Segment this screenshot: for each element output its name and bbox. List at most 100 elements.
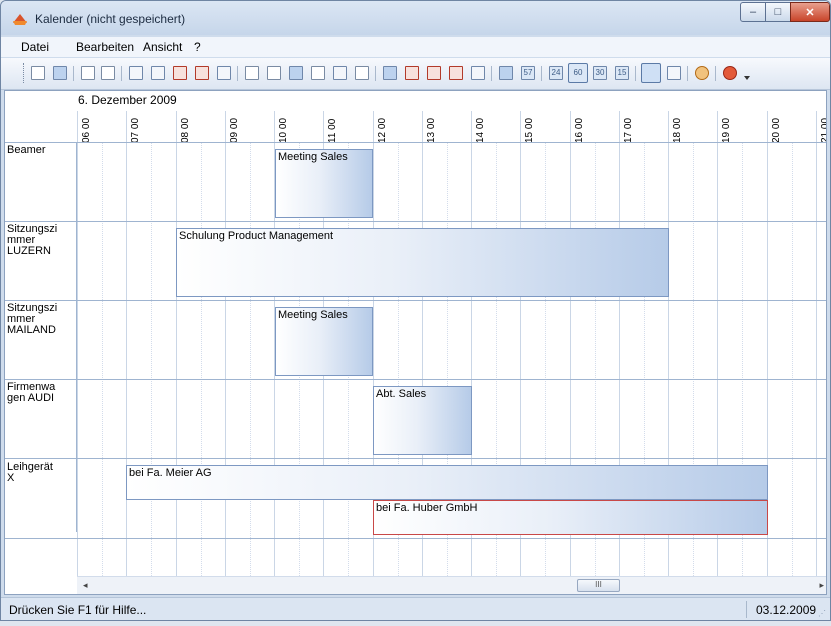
export-icon[interactable] (311, 66, 325, 80)
toolbar-separator (491, 66, 492, 81)
insert-column-icon[interactable] (151, 66, 165, 80)
delete-column-icon[interactable] (195, 66, 209, 80)
hour-label: 13 00 (426, 117, 437, 143)
menu-help[interactable]: ? (194, 40, 201, 54)
menu-bearbeiten[interactable]: Bearbeiten (76, 40, 134, 54)
row-divider (5, 458, 826, 459)
maximize-button[interactable]: □ (765, 2, 791, 22)
resource-label-leihgeraet: Leihgerät X (7, 461, 53, 484)
table-icon[interactable] (499, 66, 513, 80)
hour-label: 09 00 (229, 117, 240, 143)
menu-datei[interactable]: Datei (21, 40, 49, 54)
header-tick (176, 111, 177, 142)
schedule-icon[interactable] (471, 66, 485, 80)
toolbar-separator (715, 66, 716, 81)
status-separator (746, 601, 747, 618)
header-tick (373, 111, 374, 142)
zoom-30-icon[interactable]: 30 (593, 66, 607, 80)
header-tick (126, 111, 127, 142)
hour-label: 11 00 (327, 118, 338, 143)
header-tick (471, 111, 472, 142)
title-bar[interactable]: Kalender (nicht gespeichert) – □ ✕ (1, 1, 830, 35)
hour-label: 16 00 (574, 117, 585, 143)
toolbar-separator (375, 66, 376, 81)
appointment-fa-meier[interactable]: bei Fa. Meier AG (126, 465, 768, 500)
header-tick (274, 111, 275, 142)
hour-label: 14 00 (475, 117, 486, 143)
appointment-fa-huber[interactable]: bei Fa. Huber GmbH (373, 500, 768, 535)
header-tick (570, 111, 571, 142)
week-view-icon[interactable] (405, 66, 419, 80)
header-tick (77, 111, 78, 142)
zoom-24-icon[interactable]: 24 (549, 66, 563, 80)
minimize-button[interactable]: – (740, 2, 766, 22)
print-preview-icon[interactable] (81, 66, 95, 80)
row-divider (5, 300, 826, 301)
appointment-meeting-sales-mailand[interactable]: Meeting Sales (275, 307, 373, 376)
status-bar: Drücken Sie F1 für Hilfe... 03.12.2009 ⋰ (1, 597, 830, 620)
day-view-icon[interactable] (383, 66, 397, 80)
zoom-60-icon[interactable]: 60 (568, 63, 588, 83)
half-hour-gridline (792, 142, 793, 576)
help-icon[interactable] (695, 66, 709, 80)
header-tick (668, 111, 669, 142)
toolbar-separator (73, 66, 74, 81)
insert-row-icon[interactable] (129, 66, 143, 80)
window-icon[interactable] (355, 66, 369, 80)
resource-label-luzern: Sitzungszi mmer LUZERN (7, 223, 58, 257)
new-appointment-icon[interactable] (245, 66, 259, 80)
close-red-icon[interactable] (723, 66, 737, 80)
toolbar-separator (687, 66, 688, 81)
resize-grip[interactable]: ⋰ (818, 609, 828, 619)
month-view-icon[interactable] (427, 66, 441, 80)
toolbar-separator (635, 66, 636, 81)
copy-icon[interactable] (217, 66, 231, 80)
print-icon[interactable] (101, 66, 115, 80)
menu-ansicht[interactable]: Ansicht (143, 40, 182, 54)
header-tick (816, 111, 817, 142)
horizontal-scrollbar[interactable]: ◂ III ▸ (77, 576, 826, 594)
hour-label: 06 00 (81, 117, 92, 143)
open-folder-icon[interactable] (31, 66, 45, 80)
appointment-schulung-product-management[interactable]: Schulung Product Management (176, 228, 669, 297)
dropdown-arrow-icon[interactable] (743, 74, 751, 82)
date-icon[interactable]: 57 (521, 66, 535, 80)
grid-icon[interactable] (333, 66, 347, 80)
hour-label: 17 00 (623, 117, 634, 143)
vertical-view-icon[interactable] (641, 63, 661, 83)
header-tick (619, 111, 620, 142)
save-icon[interactable] (53, 66, 67, 80)
half-hour-gridline (102, 142, 103, 576)
menu-bar: Datei Bearbeiten Ansicht ? (1, 37, 830, 57)
hour-gridline (176, 142, 177, 576)
scroll-right-arrow[interactable]: ▸ (819, 580, 824, 591)
hour-gridline (77, 142, 78, 576)
scroll-left-arrow[interactable]: ◂ (83, 580, 88, 591)
toolbar-grip[interactable] (23, 63, 26, 83)
toolbar: 57 24 60 30 15 (1, 58, 830, 90)
hour-label: 18 00 (672, 117, 683, 143)
header-tick (323, 111, 324, 142)
delete-row-icon[interactable] (173, 66, 187, 80)
hour-gridline (816, 142, 817, 576)
zoom-15-icon[interactable]: 15 (615, 66, 629, 80)
appointment-abt-sales[interactable]: Abt. Sales (373, 386, 472, 455)
half-hour-gridline (151, 142, 152, 576)
hour-label: 19 00 (721, 117, 732, 143)
hour-label: 21 00 (820, 117, 827, 143)
calendar-icon[interactable] (289, 66, 303, 80)
window-title: Kalender (nicht gespeichert) (35, 12, 186, 26)
resource-label-beamer: Beamer (7, 144, 46, 156)
calendar-app-icon (13, 14, 27, 25)
header-tick (225, 111, 226, 142)
new-task-icon[interactable] (267, 66, 281, 80)
row-divider (5, 538, 826, 539)
status-date: 03.12.2009 (756, 603, 817, 617)
appointment-meeting-sales-beamer[interactable]: Meeting Sales (275, 149, 373, 218)
timeline-view-icon[interactable] (449, 66, 463, 80)
close-button[interactable]: ✕ (790, 2, 830, 22)
horizontal-view-icon[interactable] (667, 66, 681, 80)
hour-label: 10 00 (278, 117, 289, 143)
scroll-thumb[interactable]: III (577, 579, 620, 592)
hour-gridline (225, 142, 226, 576)
